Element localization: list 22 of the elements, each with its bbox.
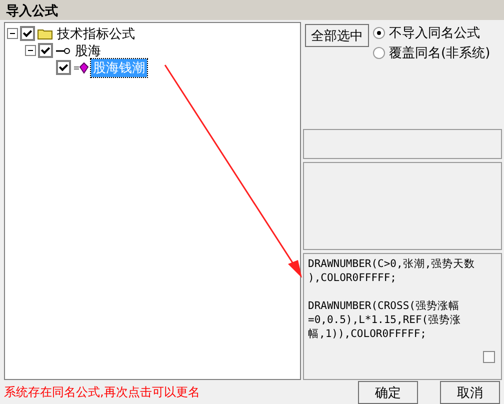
tree-item[interactable]: 技术指标公式 (55, 24, 137, 42)
gem-icon (73, 62, 89, 74)
checkbox[interactable] (483, 351, 495, 363)
code-line: 幅,1)),COLOR0FFFFF; (308, 328, 426, 340)
checkbox[interactable] (20, 26, 35, 41)
window-title: 导入公式 (0, 0, 504, 20)
radio-option[interactable]: 不导入同名公式 (373, 24, 490, 42)
tree-item[interactable]: 股海 (73, 42, 103, 60)
checkbox[interactable] (38, 43, 53, 58)
dialog-button[interactable]: 确定 (358, 380, 418, 404)
dialog-button[interactable]: 取消 (440, 380, 500, 404)
code-line: DRAWNUMBER(C>0,张潮,强势天数 (308, 258, 476, 270)
code-line: DRAWNUMBER(CROSS(强势涨幅 (308, 300, 460, 312)
code-line: ),COLOR0FFFFF; (308, 272, 397, 284)
radio-option[interactable]: 覆盖同名(非系统) (373, 44, 490, 62)
folder-icon (37, 28, 53, 40)
collapse-icon[interactable] (25, 45, 36, 56)
select-all-button[interactable]: 全部选中 (305, 24, 369, 47)
collapse-icon[interactable] (7, 28, 18, 39)
code-line: =0,0.5),L*1.15,REF(强势涨 (308, 314, 462, 326)
status-message: 系统存在同名公式,再次点击可以更名 (4, 384, 201, 400)
checkbox[interactable] (56, 60, 71, 75)
